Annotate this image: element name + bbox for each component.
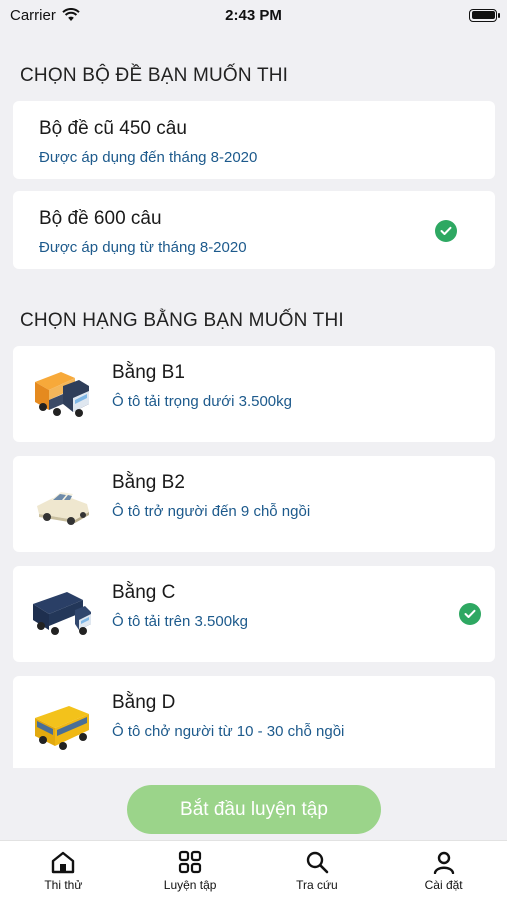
tab-label: Luyện tập [163, 878, 217, 892]
tab-tra-cuu[interactable]: Tra cứu [254, 841, 381, 900]
status-left: Carrier [10, 7, 80, 24]
exam-set-subtitle: Được áp dụng đến tháng 8-2020 [39, 149, 258, 166]
selected-check-icon [435, 220, 457, 242]
tab-label: Tra cứu [296, 878, 338, 892]
exam-set-heading: CHỌN BỘ ĐỀ BẠN MUỐN THI [20, 65, 289, 86]
exam-set-subtitle: Được áp dụng từ tháng 8-2020 [39, 239, 247, 256]
status-bar: Carrier 2:43 PM [0, 0, 507, 30]
tab-label: Cài đặt [424, 878, 463, 892]
sedan-car-icon [37, 492, 89, 525]
license-title: Bằng D [112, 692, 176, 713]
search-icon [306, 851, 329, 874]
exam-set-option-600[interactable]: Bộ đề 600 câu Được áp dụng từ tháng 8-20… [13, 191, 495, 269]
license-option-d[interactable]: Bằng D Ô tô chở người từ 10 - 30 chỗ ngồ… [13, 676, 495, 768]
license-subtitle: Ô tô chở người từ 10 - 30 chỗ ngồi [112, 723, 345, 740]
license-option-b1[interactable]: Bằng B1 Ô tô tải trọng dưới 3.500kg [13, 346, 495, 442]
license-class-heading: CHỌN HẠNG BẰNG BẠN MUỐN THI [20, 310, 344, 331]
tab-bar: Thi thử Luyện tập Tra cứu Cài đặt [0, 840, 507, 900]
carrier-label: Carrier [10, 6, 56, 24]
exam-set-option-450[interactable]: Bộ đề cũ 450 câu Được áp dụng đến tháng … [13, 101, 495, 179]
battery-icon [469, 8, 500, 22]
bus-icon [35, 706, 89, 750]
selected-check-icon [459, 603, 481, 625]
wifi-icon [62, 8, 80, 21]
exam-set-title: Bộ đề cũ 450 câu [39, 118, 187, 139]
license-option-c[interactable]: Bằng C Ô tô tải trên 3.500kg [13, 566, 495, 662]
person-icon [433, 851, 454, 874]
tab-label: Thi thử [44, 878, 83, 892]
license-title: Bằng B1 [112, 362, 185, 383]
orange-truck-icon [35, 372, 89, 417]
tab-cai-dat[interactable]: Cài đặt [380, 841, 507, 900]
grid-icon [179, 850, 202, 874]
license-option-b2[interactable]: Bằng B2 Ô tô trở người đến 9 chỗ ngồi [13, 456, 495, 552]
license-title: Bằng C [112, 582, 176, 603]
blue-truck-icon [33, 592, 91, 635]
home-icon [52, 851, 75, 874]
license-subtitle: Ô tô trở người đến 9 chỗ ngồi [112, 503, 311, 520]
license-title: Bằng B2 [112, 472, 185, 493]
start-practice-button[interactable]: Bắt đầu luyện tập [127, 785, 381, 834]
tab-thi-thu[interactable]: Thi thử [0, 841, 127, 900]
license-subtitle: Ô tô tải trọng dưới 3.500kg [112, 393, 292, 410]
exam-set-title: Bộ đề 600 câu [39, 208, 162, 229]
license-subtitle: Ô tô tải trên 3.500kg [112, 613, 248, 630]
tab-luyen-tap[interactable]: Luyện tập [127, 841, 254, 900]
